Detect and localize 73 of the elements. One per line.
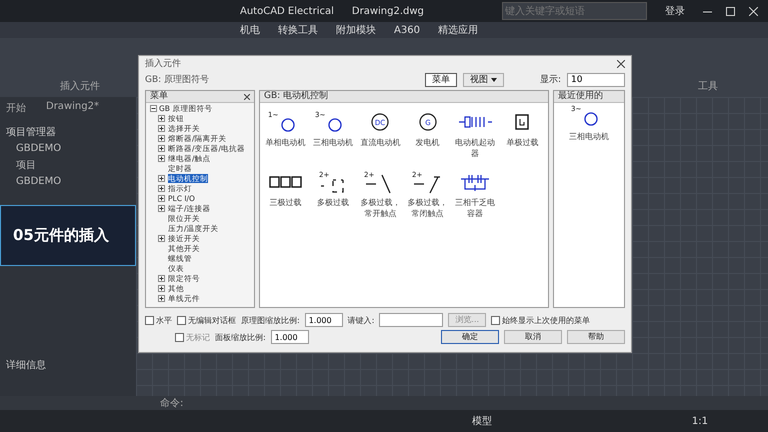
panel-title: 项目管理器 [6, 126, 56, 139]
scale-label: 原理图缩放比例: [241, 314, 300, 326]
symbol-label: 多极过载，常开触点 [359, 197, 402, 219]
symbol-item[interactable]: 电动机起动器 [451, 109, 499, 159]
expand-icon[interactable] [158, 174, 165, 182]
search-field[interactable]: 键入关键字或短语 [502, 2, 647, 20]
expand-icon[interactable] [158, 184, 165, 192]
expand-icon[interactable] [158, 134, 165, 142]
login-link[interactable]: 登录 [665, 4, 685, 18]
ribbon-tab[interactable]: 附加模块 [336, 23, 376, 37]
ribbon-tab[interactable]: A360 [394, 24, 420, 36]
symbol-label: 三相千乏电容器 [454, 197, 496, 219]
project-item[interactable]: GBDEMO [6, 143, 130, 154]
symbol-item[interactable]: 三相千乏电容器 [451, 169, 499, 219]
expand-icon[interactable] [158, 144, 165, 152]
document-tab[interactable]: 开始 [6, 101, 26, 115]
symbol-label: 三相电动机 [569, 131, 609, 142]
close-icon[interactable] [617, 60, 625, 68]
scale-field[interactable]: 1.000 [304, 313, 343, 327]
panel-title: 详细信息 [6, 358, 46, 372]
horizontal-checkbox[interactable]: 水平 [145, 314, 172, 326]
document-title: Drawing2.dwg [352, 6, 424, 16]
expand-icon[interactable] [158, 194, 165, 202]
menu-button[interactable]: 菜单 [424, 73, 457, 87]
panel-label[interactable]: 工具 [698, 79, 718, 93]
symbol-label: 电动机起动器 [454, 137, 496, 159]
no-edit-checkbox[interactable]: 无编辑对话框 [177, 314, 236, 326]
expand-icon[interactable] [158, 124, 165, 132]
display-label: 显示: [540, 74, 561, 86]
breadcrumb: GB: 原理图符号 [145, 74, 210, 86]
project-item[interactable]: 项目 [6, 158, 130, 172]
panel-label[interactable]: 插入元件 [60, 79, 100, 93]
symbol-label: 多极过载 [316, 197, 349, 208]
scale-field[interactable]: 1.000 [270, 330, 309, 344]
dialog-button[interactable]: 帮助 [567, 330, 625, 344]
symbol-label: 直流电动机 [360, 137, 400, 148]
symbol-label: 单相电动机 [266, 137, 306, 148]
model-tab[interactable]: 模型 [472, 414, 492, 428]
type-field[interactable] [379, 313, 444, 327]
expand-icon[interactable] [158, 204, 165, 212]
scale-label[interactable]: 1:1 [692, 416, 708, 426]
dialog-button[interactable]: 确定 [441, 330, 499, 344]
expand-icon[interactable] [158, 234, 165, 242]
symbol-item[interactable]: 三极过载 [262, 169, 310, 219]
document-tab[interactable]: Drawing2* [46, 101, 99, 115]
display-field[interactable]: 10 [567, 73, 625, 87]
maximize-icon[interactable] [726, 6, 735, 16]
expand-icon[interactable] [158, 294, 165, 302]
ribbon-tab[interactable]: 转换工具 [278, 23, 318, 37]
app-title: AutoCAD Electrical [240, 6, 334, 16]
symbol-label: 多极过载，常闭触点 [406, 197, 449, 219]
symbol-label: 发电机 [416, 137, 440, 148]
close-icon[interactable] [244, 94, 250, 100]
expand-icon[interactable] [158, 154, 165, 162]
symbol-label: 三相电动机 [312, 137, 353, 148]
symbol-label: 单极过载 [506, 137, 538, 148]
scale-label: 面板缩放比例: [215, 332, 266, 342]
project-item[interactable]: GBDEMO [6, 176, 130, 187]
expand-icon[interactable] [158, 114, 165, 122]
expand-icon[interactable] [158, 284, 165, 292]
dialog-button[interactable]: 取消 [504, 330, 562, 344]
ribbon-tab[interactable]: 精选应用 [438, 23, 478, 37]
chapter-title: 05元件的插入 [13, 226, 109, 244]
caret-icon [490, 78, 497, 82]
expand-icon[interactable] [158, 274, 165, 282]
symbol-label: 三极过载 [270, 197, 302, 208]
always-show-checkbox[interactable]: 始终显示上次使用的菜单 [491, 314, 590, 326]
dialog-title: 插入元件 [145, 58, 181, 70]
collapse-icon[interactable] [150, 104, 157, 112]
view-button[interactable]: 视图 [462, 73, 504, 87]
symbol-item[interactable]: 单极过载 [498, 109, 546, 159]
ribbon-tab[interactable]: 机电 [240, 23, 260, 37]
type-label: 请键入: [348, 314, 374, 326]
